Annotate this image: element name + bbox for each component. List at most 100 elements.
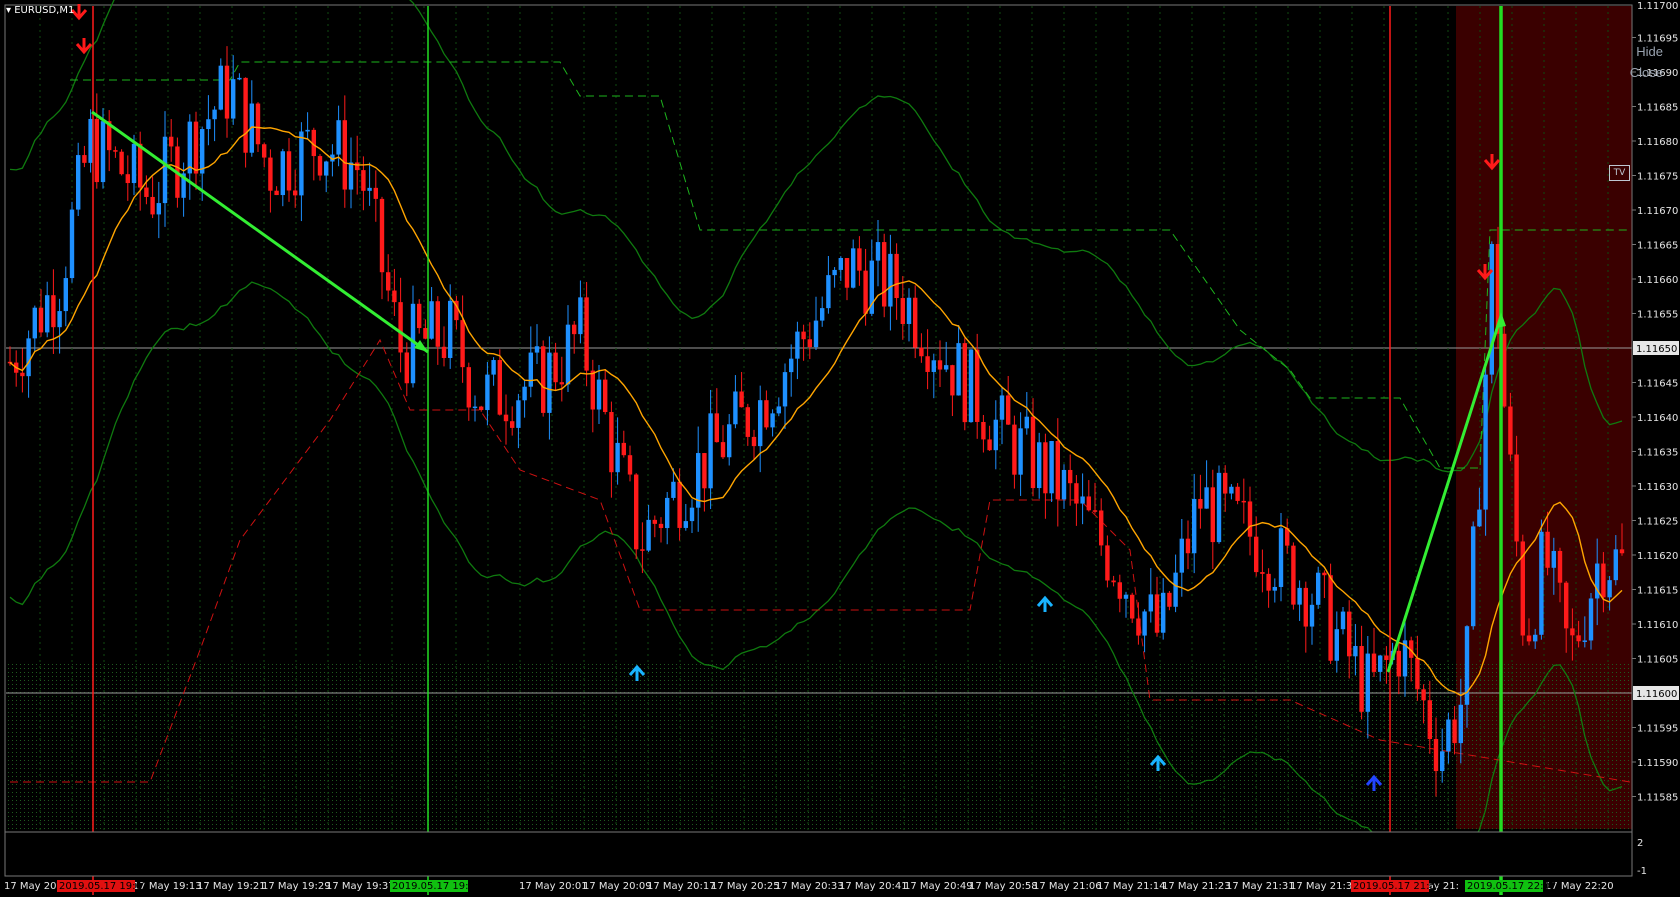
- candle-body: [187, 121, 192, 174]
- candle-body: [262, 144, 267, 158]
- candle-body: [1130, 594, 1135, 619]
- candle-body: [925, 356, 930, 372]
- candle-body: [361, 170, 366, 191]
- candle-body: [63, 278, 68, 312]
- close-button[interactable]: Close: [1630, 65, 1663, 80]
- candle-body: [547, 352, 552, 413]
- candle-body: [1154, 594, 1160, 633]
- time-label: 17 May 21:06: [1033, 881, 1102, 892]
- candle-body: [751, 436, 757, 447]
- candle-body: [1564, 582, 1569, 629]
- candle-body: [553, 352, 558, 383]
- candle-body: [503, 414, 509, 422]
- candle-body: [956, 343, 961, 396]
- candle-body: [1229, 486, 1234, 494]
- price-tick-label: 1.11625: [1637, 517, 1678, 528]
- candle-body: [379, 198, 385, 273]
- chart-window[interactable]: 55556666777788 1.117001.116951.116901.11…: [0, 0, 1680, 897]
- candle-body: [1576, 635, 1581, 642]
- candle-body: [324, 161, 329, 176]
- tv-badge[interactable]: TV: [1609, 165, 1630, 181]
- candle-body: [1489, 243, 1494, 375]
- candle-body: [1043, 442, 1048, 494]
- candle-body: [813, 320, 819, 348]
- candle-body: [1415, 657, 1420, 690]
- candle-body: [1024, 416, 1029, 429]
- candle-body: [844, 258, 850, 288]
- symbol-label[interactable]: ▾ EURUSD,M1: [6, 5, 74, 16]
- candle-body: [32, 307, 37, 339]
- candle-body: [999, 395, 1005, 420]
- time-label: 17 May 20:25: [711, 881, 780, 892]
- candle-body: [88, 118, 93, 163]
- candle-body: [776, 406, 781, 414]
- candle-body: [1384, 655, 1389, 660]
- candle-body: [69, 209, 75, 279]
- candle-body: [342, 120, 347, 190]
- candle-body: [212, 109, 217, 120]
- candle-body: [1440, 751, 1445, 772]
- candle-body: [1421, 689, 1426, 701]
- time-label: 17 May 20:49: [904, 881, 973, 892]
- candle-body: [820, 308, 825, 321]
- candle-body: [1396, 650, 1401, 677]
- candle-body: [1347, 611, 1352, 657]
- candle-body: [231, 79, 236, 119]
- candle-body: [937, 360, 943, 370]
- price-tick-label: 1.11695: [1637, 34, 1678, 45]
- price-tick-label: 1.11635: [1637, 448, 1678, 459]
- dropdown-triangle-icon[interactable]: ▾: [6, 5, 11, 16]
- candle-body: [838, 258, 843, 270]
- candle-body: [1260, 572, 1265, 574]
- candle-body: [131, 143, 137, 184]
- candle-body: [888, 253, 893, 307]
- candle-body: [293, 190, 298, 196]
- candle-body: [621, 442, 626, 456]
- candle-body: [1185, 538, 1191, 554]
- candle-body: [962, 343, 967, 423]
- candle-body: [627, 455, 633, 475]
- price-tick-label: 1.11610: [1637, 620, 1678, 631]
- candle-body: [1378, 655, 1383, 672]
- price-chart[interactable]: 55556666777788 1.117001.116951.116901.11…: [0, 0, 1680, 897]
- candle-body: [460, 320, 465, 368]
- candle-body: [466, 367, 471, 408]
- price-tick-label: 1.11645: [1637, 379, 1678, 390]
- candle-body: [317, 156, 323, 176]
- candle-body: [541, 346, 546, 413]
- hide-button[interactable]: Hide: [1636, 44, 1663, 59]
- candle-body: [57, 311, 62, 328]
- candle-body: [683, 521, 688, 528]
- candle-body: [745, 407, 750, 437]
- candle-body: [913, 297, 918, 348]
- candle-body: [534, 346, 540, 353]
- candle-body: [1322, 572, 1327, 576]
- price-tick-label: 1.11590: [1637, 758, 1678, 769]
- candle-body: [125, 174, 130, 184]
- candle-body: [1353, 646, 1358, 657]
- candle-body: [770, 413, 775, 428]
- candle-body: [1570, 628, 1575, 636]
- candle-body: [268, 157, 273, 191]
- candle-body: [82, 155, 87, 163]
- candle-body: [1241, 500, 1246, 503]
- candle-body: [1427, 700, 1432, 740]
- candle-body: [491, 360, 496, 375]
- candle-body: [404, 352, 409, 384]
- time-marker-text: 2019.05.17 21:53: [1353, 881, 1442, 892]
- candle-body: [224, 65, 230, 119]
- candle-body: [708, 413, 713, 489]
- candle-body: [1526, 635, 1532, 642]
- candle-body: [900, 298, 905, 324]
- candle-body: [1210, 487, 1215, 543]
- candle-body: [423, 328, 428, 339]
- candle-body: [162, 136, 168, 204]
- symbol-text: EURUSD,M1: [14, 5, 75, 16]
- candle-body: [206, 119, 211, 130]
- candle-body: [305, 129, 310, 132]
- time-marker-text: 2019.05.17 19:07: [59, 881, 148, 892]
- candle-body: [764, 400, 769, 428]
- price-tick-label: 1.11660: [1637, 275, 1678, 286]
- candle-body: [429, 301, 434, 339]
- price-tick-label: 1.11680: [1637, 137, 1678, 148]
